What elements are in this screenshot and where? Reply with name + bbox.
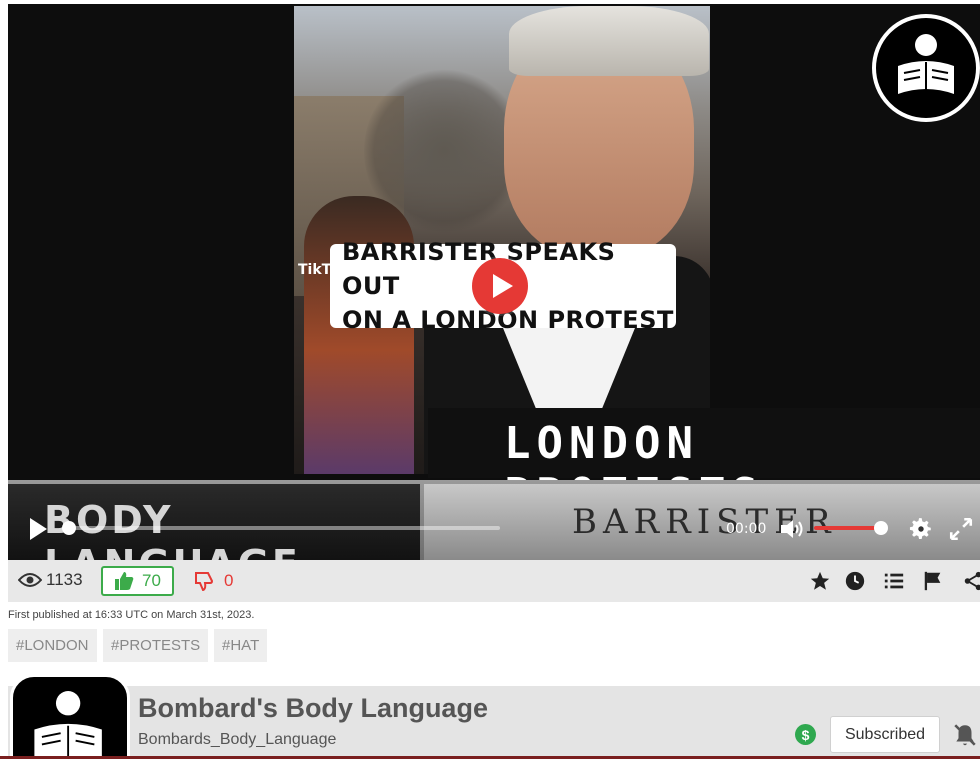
page: TikTok BARRISTER SPEAKS OUT ON A LONDON … [0, 0, 980, 759]
like-button[interactable]: 70 [101, 566, 174, 596]
reader-logo-icon [898, 34, 954, 94]
support-money-icon[interactable]: $ [795, 724, 816, 745]
list-icon[interactable] [883, 570, 905, 592]
fullscreen-icon[interactable] [948, 516, 974, 542]
video-player[interactable]: TikTok BARRISTER SPEAKS OUT ON A LONDON … [8, 4, 980, 560]
star-icon[interactable] [809, 570, 831, 592]
london-protests-banner: LONDON PROTESTS [428, 408, 980, 520]
flag-icon[interactable] [922, 570, 944, 592]
thumbs-down-icon [195, 572, 214, 591]
volume-handle[interactable] [874, 521, 888, 535]
dislike-button[interactable]: 0 [194, 566, 233, 596]
channel-name[interactable]: Bombard's Body Language [138, 693, 488, 724]
bell-muted-icon[interactable] [952, 722, 978, 748]
thumbs-up-icon [115, 572, 134, 590]
channel-logo-badge [872, 14, 980, 122]
tag-london[interactable]: #LONDON [8, 629, 97, 662]
like-count: 70 [142, 571, 161, 590]
seek-handle[interactable] [62, 521, 76, 535]
play-button[interactable] [30, 518, 47, 540]
share-icon[interactable] [962, 570, 980, 592]
volume-icon[interactable] [778, 517, 806, 541]
seek-bar[interactable] [70, 526, 500, 530]
tag-protests[interactable]: #PROTESTS [103, 629, 209, 662]
subscribed-button[interactable]: Subscribed [830, 716, 940, 753]
view-count: 1133 [18, 570, 83, 590]
channel-handle[interactable]: Bombards_Body_Language [138, 731, 336, 749]
video-stats-bar: 1133 70 0 [8, 560, 980, 602]
eye-icon [18, 573, 42, 587]
barrister-panel: BARRISTER [424, 484, 980, 560]
big-play-button[interactable] [472, 258, 528, 314]
gear-icon[interactable] [908, 516, 934, 542]
view-count-value: 1133 [46, 570, 83, 589]
clock-icon[interactable] [844, 570, 866, 592]
barrister-wig [509, 6, 709, 76]
channel-avatar[interactable] [10, 674, 130, 759]
tag-hat[interactable]: #HAT [214, 629, 268, 662]
dislike-count: 0 [224, 571, 234, 590]
published-date: First published at 16:33 UTC on March 31… [8, 609, 255, 621]
reader-avatar-icon [34, 691, 102, 759]
time-display: 00:00 [726, 521, 767, 537]
